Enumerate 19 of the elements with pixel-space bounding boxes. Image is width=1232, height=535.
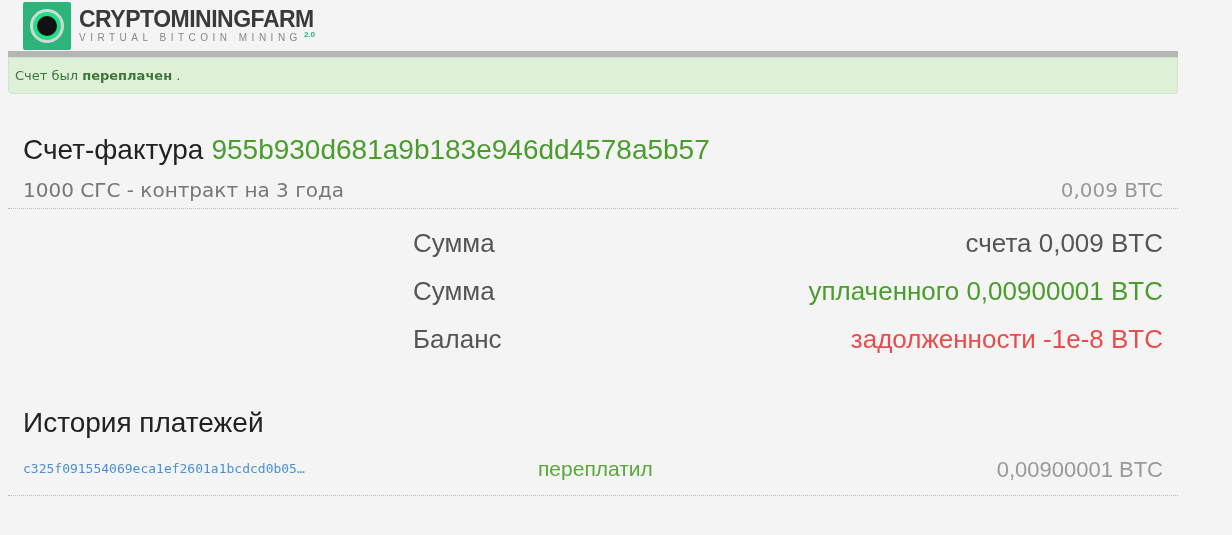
summary-label: Баланс bbox=[413, 322, 502, 356]
summary-value: задолженности -1e-8 BTC bbox=[850, 322, 1163, 356]
invoice-id: 955b930d681a9b183e946dd4578a5b57 bbox=[211, 133, 710, 167]
summary-label: Сумма bbox=[413, 274, 495, 308]
version-label: 2.0 bbox=[303, 31, 316, 39]
payment-amount: 0,00900001 BTC bbox=[996, 455, 1163, 484]
alert-message: Счет был переплачен . bbox=[15, 66, 181, 85]
invoice-description: 1000 СГС - контракт на 3 года bbox=[23, 177, 344, 204]
summary-value: счета 0,009 BTC bbox=[965, 226, 1163, 260]
logo-tagline: VIRTUAL BITCOIN MINING bbox=[79, 33, 302, 43]
transaction-link[interactable]: c325f091554069eca1ef2601a1bcdcd0b05… bbox=[23, 459, 538, 479]
invoice-price: 0,009 BTC bbox=[1060, 177, 1163, 204]
invoice-label: Счет-фактура bbox=[23, 133, 204, 167]
summary-value: уплаченного 0,00900001 BTC bbox=[808, 274, 1163, 308]
summary-label: Сумма bbox=[413, 226, 495, 260]
section-title: История платежей bbox=[23, 406, 265, 440]
logo-icon bbox=[23, 1, 71, 50]
logo-wordmark: CRYPTOMININGFARM bbox=[79, 8, 314, 31]
payment-status: переплатил bbox=[538, 456, 654, 483]
